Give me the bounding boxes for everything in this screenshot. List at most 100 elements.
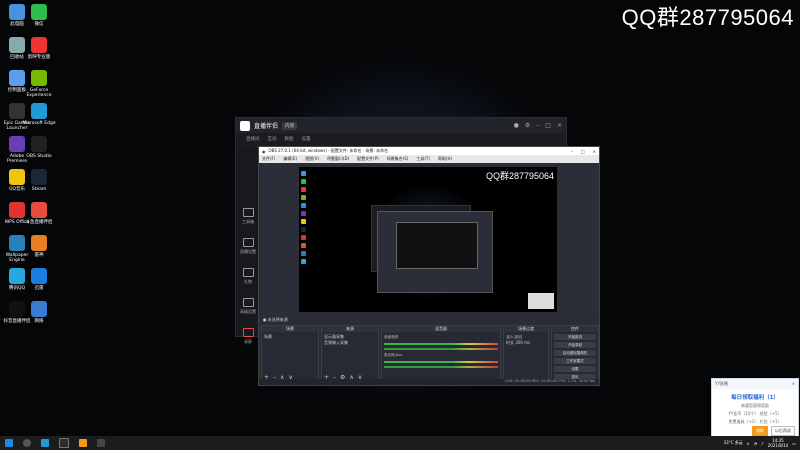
menu-help[interactable]: 帮助(H) bbox=[438, 156, 452, 162]
transitions-dock: 场景过渡 淡入淡出 时长 300 ms bbox=[503, 325, 549, 383]
maximize-icon[interactable]: □ bbox=[581, 149, 585, 154]
weather-widget[interactable]: 33°C 多云 bbox=[724, 440, 743, 446]
close-icon[interactable]: × bbox=[593, 149, 596, 154]
chevron-up-icon[interactable]: ∧ bbox=[747, 441, 750, 446]
menu-tools[interactable]: 工具(T) bbox=[416, 156, 430, 162]
tab-live-room[interactable]: 直播间 bbox=[246, 136, 260, 142]
client-titlebar[interactable]: 直播伴侣 内测 ● ⚙ – □ × bbox=[236, 118, 566, 133]
menu-profile[interactable]: 配置文件(P) bbox=[357, 156, 379, 162]
sidebar-item-record[interactable]: 录屏 bbox=[236, 328, 260, 350]
desktop-icon[interactable]: 雷神 bbox=[22, 235, 56, 258]
toast-line: 恭喜您获得奖励 bbox=[741, 403, 769, 408]
desktop-icon[interactable]: 网络 bbox=[22, 301, 56, 324]
desktop-icon[interactable]: 斗鱼直播伴侣 bbox=[22, 202, 56, 225]
sidebar-item-gift[interactable]: 礼物 bbox=[236, 268, 260, 290]
controls-dock: 控件 开始推流 开始录制 启动虚拟摄像机 工作室模式 设置 退出 bbox=[551, 325, 599, 383]
file-explorer-icon[interactable] bbox=[79, 439, 87, 447]
tab-interact[interactable]: 互动 bbox=[268, 136, 277, 142]
source-item[interactable]: 音频输入采集 bbox=[324, 340, 376, 346]
desktop-icon-label: OBS Studio bbox=[26, 154, 52, 159]
client-tag: 内测 bbox=[282, 121, 298, 130]
desktop-icon[interactable]: 迅雷 bbox=[22, 268, 56, 291]
app-icon bbox=[31, 268, 47, 284]
virtual-camera-button[interactable]: 启动虚拟摄像机 bbox=[554, 350, 596, 356]
edge-icon[interactable] bbox=[41, 439, 49, 447]
later-button[interactable]: 以后再说 bbox=[771, 426, 795, 436]
current-scene-label: ● 未选择来源 bbox=[263, 317, 288, 322]
minimize-icon[interactable]: – bbox=[536, 122, 539, 129]
toast-line: 免费道具（+1） 礼包（+1） bbox=[728, 419, 782, 424]
controls-dock-title: 控件 bbox=[552, 326, 598, 332]
client-title: 直播伴侣 bbox=[254, 123, 279, 130]
settings-button[interactable]: 设置 bbox=[554, 366, 596, 372]
desktop-icon[interactable]: OBS Studio bbox=[22, 136, 56, 159]
close-icon[interactable]: × bbox=[557, 122, 562, 129]
client-logo-icon bbox=[240, 120, 250, 131]
tab-settings[interactable]: 设置 bbox=[302, 136, 311, 142]
volume-meter bbox=[384, 361, 498, 363]
menu-view[interactable]: 视图(V) bbox=[305, 156, 319, 162]
app-icon bbox=[31, 136, 47, 152]
menu-scene-collection[interactable]: 场景集合(S) bbox=[387, 156, 409, 162]
toast-line: YY金币（10个） 经验（+5） bbox=[728, 411, 782, 416]
sidebar-item-live-settings[interactable]: 直播设置 bbox=[236, 238, 260, 260]
transition-duration[interactable]: 时长 300 ms bbox=[506, 340, 546, 346]
qq-group-watermark: QQ群287795064 bbox=[621, 5, 794, 30]
claim-button[interactable]: 领取 bbox=[752, 426, 768, 436]
client-tabs: 直播间 互动 数据 设置 bbox=[236, 133, 566, 145]
scene-item[interactable]: 场景 bbox=[264, 334, 316, 340]
notification-toast[interactable]: YY直播 × 每日领取福利（1） 恭喜您获得奖励 YY金币（10个） 经验（+5… bbox=[711, 378, 799, 440]
volume-icon[interactable]: ♪ bbox=[761, 441, 764, 446]
avatar[interactable]: ● bbox=[514, 122, 519, 129]
close-icon[interactable]: × bbox=[792, 381, 795, 387]
obs-preview-canvas[interactable]: QQ群287795064 bbox=[299, 167, 557, 312]
volume-slider[interactable] bbox=[384, 348, 498, 350]
maximize-icon[interactable]: □ bbox=[545, 122, 551, 129]
minimize-icon[interactable]: – bbox=[571, 149, 573, 154]
nested-desktop-icons bbox=[301, 171, 309, 267]
notification-center-icon[interactable]: ▭ bbox=[792, 441, 796, 446]
nested-obs-preview bbox=[396, 222, 478, 269]
sidebar-item-toolbox[interactable]: 工具箱 bbox=[236, 208, 260, 230]
app-icon bbox=[31, 235, 47, 251]
monitor-icon bbox=[242, 238, 254, 247]
desktop-icon[interactable]: GeForce Experience bbox=[22, 70, 56, 98]
nested-obs-window bbox=[377, 211, 493, 293]
desktop-icon[interactable]: 剪映专业版 bbox=[22, 37, 56, 60]
start-icon[interactable] bbox=[5, 439, 13, 447]
menu-edit[interactable]: 编辑(E) bbox=[283, 156, 297, 162]
tab-data[interactable]: 数据 bbox=[285, 136, 294, 142]
desktop-icon[interactable]: Microsoft Edge bbox=[22, 103, 56, 126]
obs-titlebar[interactable]: ◉ OBS 27.0.1 (64-bit, windows) - 配置文件: 未… bbox=[259, 147, 599, 155]
menu-file[interactable]: 文件(F) bbox=[262, 156, 275, 162]
volume-slider[interactable] bbox=[384, 366, 498, 368]
sources-dock: 来源 显示器采集 音频输入采集 + – ⚙ ∧ ∨ bbox=[321, 325, 379, 383]
start-streaming-button[interactable]: 开始推流 bbox=[554, 334, 596, 340]
obs-window[interactable]: ◉ OBS 27.0.1 (64-bit, windows) - 配置文件: 未… bbox=[258, 146, 600, 386]
app-icon bbox=[31, 301, 47, 317]
start-recording-button[interactable]: 开始录制 bbox=[554, 342, 596, 348]
mixer-dock-title: 混音器 bbox=[382, 326, 500, 332]
obs-menubar: 文件(F) 编辑(E) 视图(V) 停靠窗口(D) 配置文件(P) 场景集合(S… bbox=[259, 155, 599, 163]
desktop-icon-label: Steam bbox=[31, 187, 47, 192]
taskbar-clock[interactable]: 14:35 2021/8/14 bbox=[768, 438, 789, 448]
record-icon bbox=[242, 328, 254, 337]
desktop-icon-label: 剪映专业版 bbox=[27, 55, 51, 60]
menu-docks[interactable]: 停靠窗口(D) bbox=[327, 156, 349, 162]
desktop-icon-label: GeForce Experience bbox=[26, 88, 52, 98]
obs-title: OBS 27.0.1 (64-bit, windows) - 配置文件: 未命名… bbox=[268, 148, 389, 153]
volume-meter bbox=[384, 343, 498, 345]
studio-mode-button[interactable]: 工作室模式 bbox=[554, 358, 596, 364]
desktop-icon-label: 微信 bbox=[34, 22, 44, 27]
desktop-icon[interactable]: Steam bbox=[22, 169, 56, 192]
app-icon bbox=[31, 4, 47, 20]
live-client-taskbar-icon[interactable] bbox=[97, 439, 105, 447]
network-icon[interactable]: ◔ bbox=[754, 441, 758, 446]
search-icon[interactable] bbox=[23, 439, 31, 447]
desktop-icon[interactable]: 微信 bbox=[22, 4, 56, 27]
app-icon bbox=[31, 169, 47, 185]
settings-icon[interactable]: ⚙ bbox=[525, 122, 530, 129]
obs-taskbar-icon[interactable] bbox=[59, 438, 69, 448]
toolbox-icon bbox=[242, 208, 254, 217]
sidebar-item-advanced[interactable]: 高级设置 bbox=[236, 298, 260, 320]
